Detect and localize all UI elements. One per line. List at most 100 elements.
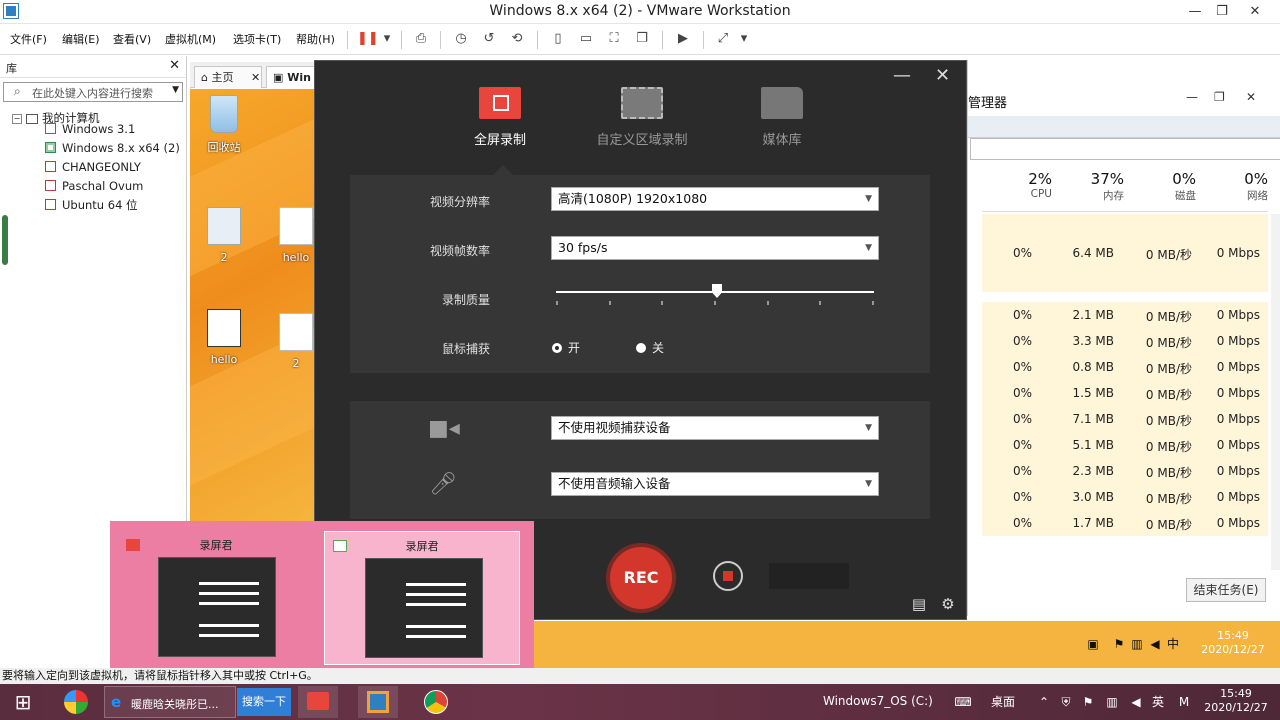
console-icon[interactable]: ▶ <box>674 30 692 48</box>
table-row[interactable]: 0% 7.1 MB 0 MB/秒 0 Mbps <box>982 406 1268 432</box>
collapse-icon[interactable]: − <box>12 113 22 124</box>
dropdown-arrow-icon[interactable]: ▾ <box>735 30 753 48</box>
close-button[interactable]: ✕ <box>1240 1 1270 23</box>
camera-select[interactable]: 不使用视频捕获设备 ▼ <box>551 416 879 440</box>
send-keys-icon[interactable]: ⎙ <box>412 30 430 48</box>
cursor-on-radio[interactable]: 开 <box>552 339 580 356</box>
desktop-icon-hello[interactable]: hello <box>266 207 314 264</box>
taskbar-browser-task[interactable]: e 暖鹿晗关晓彤已... <box>104 686 236 718</box>
desktop-toolbar[interactable]: 桌面 <box>988 694 1018 710</box>
feedback-icon[interactable]: ▤ <box>910 595 928 613</box>
recorder-minimize-button[interactable]: — <box>893 65 911 86</box>
table-row[interactable] <box>982 214 1268 240</box>
tab-current-vm[interactable]: ▣ Win <box>266 66 320 88</box>
recorder-close-button[interactable]: ✕ <box>935 65 950 86</box>
unity-icon[interactable]: ❐ <box>633 30 651 48</box>
column-memory[interactable]: 37% 内存 <box>1054 170 1124 203</box>
chevron-down-icon[interactable]: ▼ <box>172 85 179 95</box>
menu-vm[interactable]: 虚拟机(M) <box>165 31 216 47</box>
guest-desktop[interactable]: 回收站 2 hello hello 2 <box>190 89 314 521</box>
close-button[interactable]: ✕ <box>1246 90 1256 104</box>
guest-clock[interactable]: 15:49 2020/12/27 <box>1198 629 1268 657</box>
fps-select[interactable]: 30 fps/s ▼ <box>551 236 879 260</box>
tree-item-changeonly[interactable]: CHANGEONLY <box>45 158 141 176</box>
tree-item-windows-8[interactable]: Windows 8.x x64 (2) <box>45 139 180 157</box>
stretch-guest-icon[interactable]: ⤢ <box>714 30 732 48</box>
desktop-icon-hello-script[interactable]: hello <box>194 309 254 366</box>
menu-view[interactable]: 查看(V) <box>113 31 151 47</box>
gear-icon[interactable]: ⚙ <box>939 595 957 613</box>
thumbnail-bar-icon[interactable]: ▭ <box>577 30 595 48</box>
microphone-select[interactable]: 不使用音频输入设备 ▼ <box>551 472 879 496</box>
library-search-input[interactable]: ⌕ 在此处键入内容进行搜索 ▼ <box>3 82 183 102</box>
scrollbar[interactable] <box>1271 214 1280 570</box>
expand-tray-icon[interactable]: ⌃ <box>1036 694 1052 710</box>
network-icon[interactable]: ▥ <box>1130 637 1144 651</box>
end-task-button[interactable]: 结束任务(E) <box>1186 578 1266 602</box>
tab-home[interactable]: ⌂ 主页 ✕ <box>194 66 262 88</box>
fullscreen-icon[interactable]: ⛶ <box>605 30 623 48</box>
column-cpu[interactable]: 2% CPU <box>982 170 1052 200</box>
ime-icon[interactable]: 中 <box>1166 637 1180 651</box>
tree-item-paschal-ovum[interactable]: Paschal Ovum <box>45 177 143 195</box>
volume-icon[interactable]: ◀ <box>1128 694 1144 710</box>
table-row[interactable]: 0% 0.8 MB 0 MB/秒 0 Mbps <box>982 354 1268 380</box>
ime-mode-icon[interactable]: M <box>1176 694 1192 710</box>
column-network[interactable]: 0% 网络 <box>1198 170 1268 203</box>
shield-icon[interactable]: ⛨ <box>1058 694 1074 710</box>
switcher-item-selected[interactable]: 录屏君 <box>324 531 520 665</box>
snapshot-icon[interactable]: ◷ <box>452 30 470 48</box>
flag-icon[interactable]: ⚑ <box>1080 694 1096 710</box>
close-icon[interactable]: ✕ <box>251 67 260 89</box>
record-button[interactable]: REC <box>606 543 676 613</box>
vmware-task[interactable] <box>358 686 398 718</box>
column-disk[interactable]: 0% 磁盘 <box>1126 170 1196 203</box>
scroll-handle[interactable] <box>2 215 8 265</box>
switcher-item[interactable]: 录屏君 <box>118 531 314 665</box>
tray-icon[interactable]: ▣ <box>1086 637 1100 651</box>
table-row[interactable]: 0% 3.3 MB 0 MB/秒 0 Mbps <box>982 328 1268 354</box>
drive-label[interactable]: Windows7_OS (C:) <box>823 694 933 708</box>
pause-icon[interactable]: ❚❚ <box>357 30 379 48</box>
quality-slider-thumb[interactable] <box>712 284 722 298</box>
app-icon[interactable] <box>56 686 96 718</box>
host-clock[interactable]: 15:49 2020/12/27 <box>1196 687 1276 715</box>
network-icon[interactable]: ▥ <box>1104 694 1120 710</box>
restore-button[interactable]: ❐ <box>1214 90 1225 104</box>
show-library-icon[interactable]: ▯ <box>549 30 567 48</box>
cursor-off-radio[interactable]: 关 <box>636 339 664 356</box>
tree-item-windows-3-1[interactable]: Windows 3.1 <box>45 120 135 138</box>
volume-icon[interactable]: ◀ <box>1148 637 1162 651</box>
tab-fullscreen-record[interactable]: 全屏录制 <box>435 87 565 148</box>
menu-tabs[interactable]: 选项卡(T) <box>233 31 281 47</box>
tab-region-record[interactable]: 自定义区域录制 <box>577 87 707 148</box>
stop-button[interactable] <box>713 561 743 591</box>
search-button[interactable]: 搜索一下 <box>237 688 291 716</box>
ime-language[interactable]: 英 <box>1150 694 1166 710</box>
close-icon[interactable]: ✕ <box>169 58 180 73</box>
dropdown-arrow-icon[interactable]: ▾ <box>378 30 396 48</box>
minimize-button[interactable]: — <box>1180 1 1210 23</box>
resolution-select[interactable]: 高清(1080P) 1920x1080 ▼ <box>551 187 879 211</box>
table-row[interactable]: 0% 1.5 MB 0 MB/秒 0 Mbps <box>982 380 1268 406</box>
snapshot-manager-icon[interactable]: ⟲ <box>508 30 526 48</box>
revert-snapshot-icon[interactable]: ↺ <box>480 30 498 48</box>
windows-start-icon[interactable]: ⊞ <box>8 688 38 716</box>
restore-button[interactable]: ❐ <box>1207 1 1237 23</box>
table-row[interactable]: 0% 3.0 MB 0 MB/秒 0 Mbps <box>982 484 1268 510</box>
desktop-icon-recycle-bin[interactable]: 回收站 <box>194 95 254 155</box>
table-row[interactable]: 0% 6.4 MB 0 MB/秒 0 Mbps <box>982 240 1268 266</box>
menu-edit[interactable]: 编辑(E) <box>62 31 100 47</box>
chrome-task[interactable] <box>416 686 456 718</box>
table-row[interactable]: 0% 5.1 MB 0 MB/秒 0 Mbps <box>982 432 1268 458</box>
tab-media-library[interactable]: 媒体库 <box>717 87 847 148</box>
table-row[interactable]: 0% 2.3 MB 0 MB/秒 0 Mbps <box>982 458 1268 484</box>
recorder-task[interactable] <box>298 686 338 718</box>
menu-file[interactable]: 文件(F) <box>10 31 47 47</box>
tree-item-ubuntu[interactable]: Ubuntu 64 位 <box>45 196 138 214</box>
minimize-button[interactable]: — <box>1186 90 1198 104</box>
table-row[interactable]: 0% 1.7 MB 0 MB/秒 0 Mbps <box>982 510 1268 536</box>
desktop-icon-2-doc[interactable]: 2 <box>266 313 314 370</box>
flag-icon[interactable]: ⚑ <box>1112 637 1126 651</box>
keyboard-icon[interactable]: ⌨ <box>950 694 976 710</box>
